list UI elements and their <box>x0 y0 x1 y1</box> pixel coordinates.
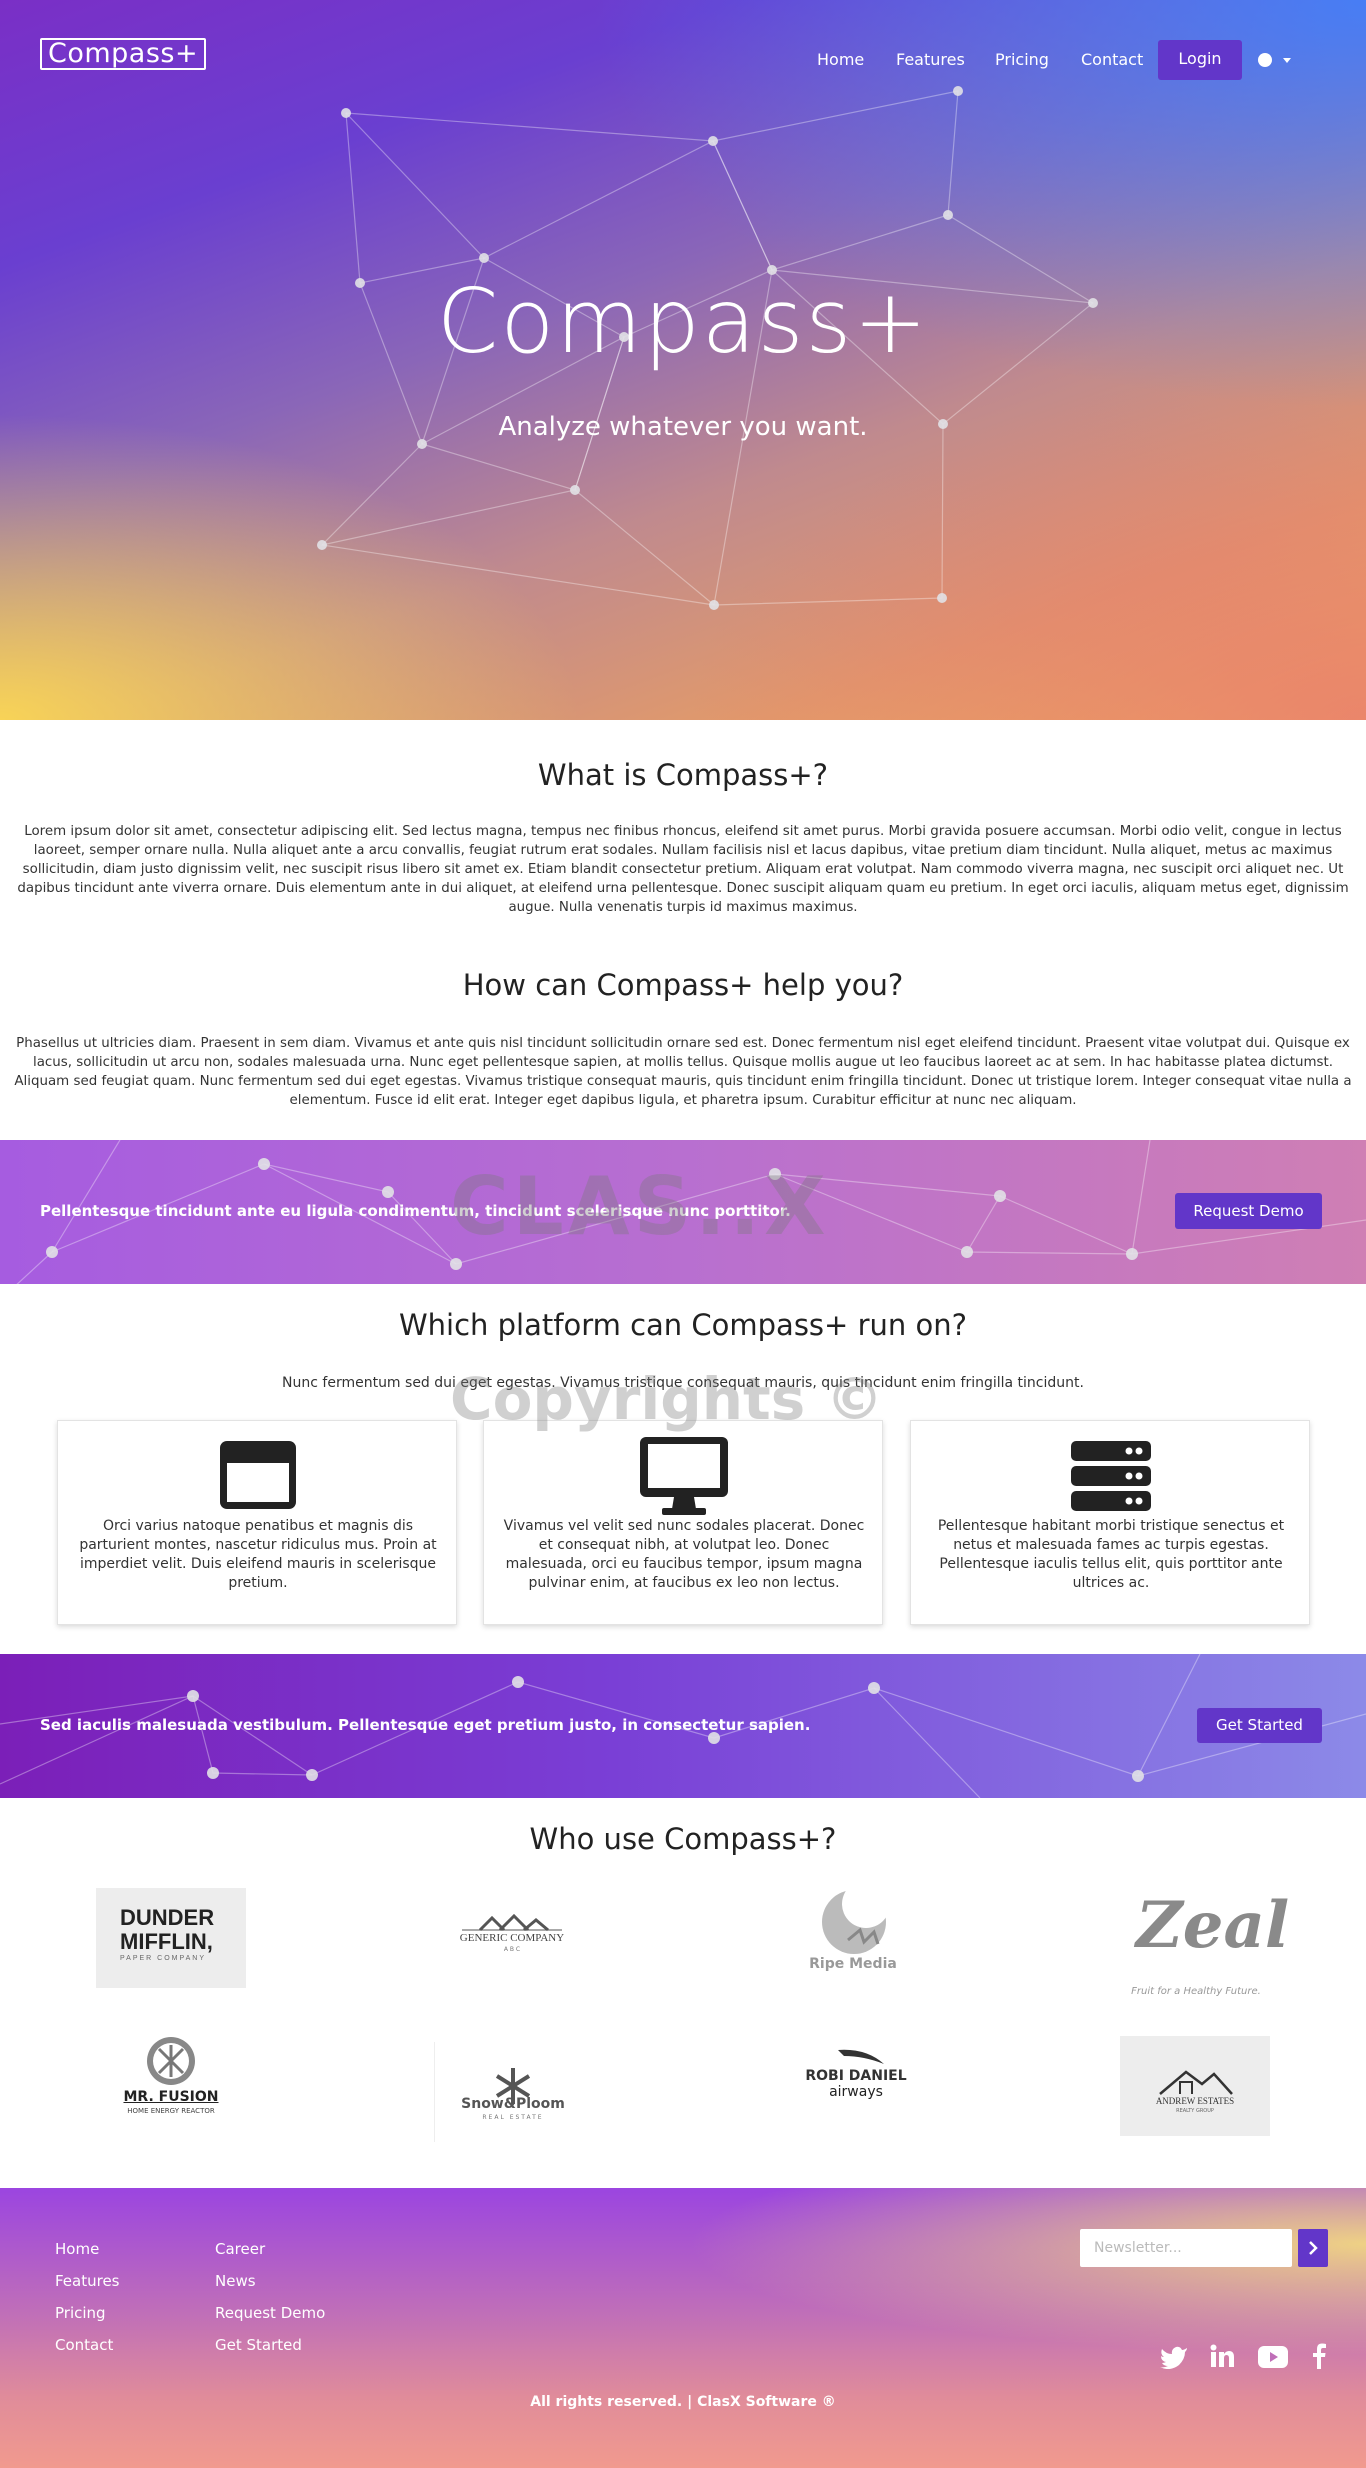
nav-home[interactable]: Home <box>817 50 864 69</box>
cta-band-start: Sed iaculis malesuada vestibulum. Pellen… <box>0 1654 1366 1798</box>
newsletter-submit-button[interactable] <box>1298 2229 1328 2267</box>
logo-robi-daniel: ROBI DANIEL airways <box>796 2046 916 2106</box>
clients-title: Who use Compass+? <box>529 1822 837 1856</box>
browser-window-icon <box>220 1441 296 1509</box>
logo-text: airways <box>829 2084 883 2100</box>
logo-andrew-estates: ANDREW ESTATES REALTY GROUP <box>1120 2036 1270 2136</box>
logo-text: Fruit for a Healthy Future. <box>1131 1986 1261 1997</box>
airplane-swoosh-icon <box>838 2049 884 2064</box>
house-roof-icon <box>1159 2070 1233 2095</box>
about-title: What is Compass+? <box>537 758 829 792</box>
logo-text: PAPER COMPANY <box>120 1955 207 1962</box>
logo-dunder-mifflin: DUNDER MIFFLIN, PAPER COMPANY <box>96 1888 246 1988</box>
help-text: Phasellus ut ultricies diam. Praesent in… <box>14 1036 1352 1108</box>
fusion-reactor-icon <box>147 2037 195 2085</box>
logo-text: MIFFLIN, <box>120 1929 213 1954</box>
logo-ripe-media: Ripe Media <box>808 1886 898 1978</box>
logo-text: GENERIC COMPANY <box>459 1932 565 1944</box>
youtube-icon[interactable] <box>1258 2346 1288 2368</box>
logo-text: REAL ESTATE <box>482 2114 544 2121</box>
logo-text: DUNDER <box>120 1905 215 1930</box>
request-demo-button[interactable]: Request Demo <box>1175 1193 1322 1229</box>
help-title: How can Compass+ help you? <box>462 968 904 1002</box>
hero-section: Compass+ Home Features Pricing Contact L… <box>0 0 1366 720</box>
brand-logo[interactable]: Compass+ <box>40 38 207 70</box>
nav-contact[interactable]: Contact <box>1081 50 1143 69</box>
footer-link-get-started[interactable]: Get Started <box>215 2336 302 2354</box>
logo-mr-fusion: MR. FUSION HOME ENERGY REACTOR <box>115 2035 227 2120</box>
card-text: Vivamus vel velit sed nunc sodales place… <box>503 1518 865 1591</box>
ripe-moon-icon <box>822 1886 890 1954</box>
logo-text: A B C <box>503 1946 521 1953</box>
logo-text: MR. FUSION <box>123 2089 219 2105</box>
newsletter-input[interactable]: Newsletter... <box>1080 2229 1292 2267</box>
logo-text: ANDREW ESTATES <box>1155 2096 1235 2106</box>
card-text: Pellentesque habitant morbi tristique se… <box>937 1518 1285 1591</box>
platform-card-web: Orci varius natoque penatibus et magnis … <box>57 1420 457 1625</box>
footer-link-request-demo[interactable]: Request Demo <box>215 2304 325 2322</box>
chevron-right-icon <box>1309 2241 1318 2255</box>
footer-link-career[interactable]: Career <box>215 2240 265 2258</box>
band-text: Sed iaculis malesuada vestibulum. Pellen… <box>40 1716 811 1734</box>
desktop-monitor-icon <box>640 1437 728 1515</box>
logo-snow-ploom: Snow&Ploom REAL ESTATE <box>434 2042 590 2142</box>
logo-text: REALTY GROUP <box>1176 2108 1214 2114</box>
logo-text: ROBI DANIEL <box>805 2068 907 2084</box>
hero-subtitle: Analyze whatever you want. <box>498 412 868 442</box>
logo-generic-company: GENERIC COMPANY A B C <box>452 1910 572 1960</box>
footer-link-pricing[interactable]: Pricing <box>55 2304 106 2322</box>
hero-title: Compass+ <box>436 270 930 373</box>
chevron-down-icon[interactable] <box>1283 58 1291 63</box>
watermark-logo: CLAS..X <box>450 1160 830 1253</box>
footer-link-features[interactable]: Features <box>55 2272 120 2290</box>
logo-text: Ripe Media <box>809 1956 897 1972</box>
platform-title: Which platform can Compass+ run on? <box>399 1308 967 1342</box>
facebook-icon[interactable] <box>1312 2343 1326 2369</box>
logo-text: HOME ENERGY REACTOR <box>127 2107 215 2115</box>
logo-zeal: Zeal Fruit for a Healthy Future. <box>1126 1888 1289 1998</box>
nav-features[interactable]: Features <box>896 50 965 69</box>
globe-icon[interactable] <box>1258 53 1272 67</box>
card-text: Orci varius natoque penatibus et magnis … <box>79 1518 437 1591</box>
about-text: Lorem ipsum dolor sit amet, consectetur … <box>17 824 1349 915</box>
houses-icon <box>462 1913 562 1932</box>
twitter-icon[interactable] <box>1160 2345 1188 2369</box>
copyright-text: All rights reserved. | ClasX Software ® <box>530 2394 836 2410</box>
footer-link-news[interactable]: News <box>215 2272 256 2290</box>
linkedin-icon[interactable] <box>1210 2344 1234 2368</box>
logo-text: Snow&Ploom <box>461 2096 565 2112</box>
watermark-text: Copyrights © <box>450 1365 884 1433</box>
footer-link-contact[interactable]: Contact <box>55 2336 113 2354</box>
platform-card-server: Pellentesque habitant morbi tristique se… <box>910 1420 1310 1625</box>
logo-text: Zeal <box>1136 1888 1290 1963</box>
platform-card-desktop: Vivamus vel velit sed nunc sodales place… <box>483 1420 883 1625</box>
server-icon <box>1071 1441 1151 1511</box>
footer-link-home[interactable]: Home <box>55 2240 99 2258</box>
login-button[interactable]: Login <box>1158 40 1242 80</box>
nav-pricing[interactable]: Pricing <box>995 50 1049 69</box>
get-started-button[interactable]: Get Started <box>1197 1708 1322 1743</box>
